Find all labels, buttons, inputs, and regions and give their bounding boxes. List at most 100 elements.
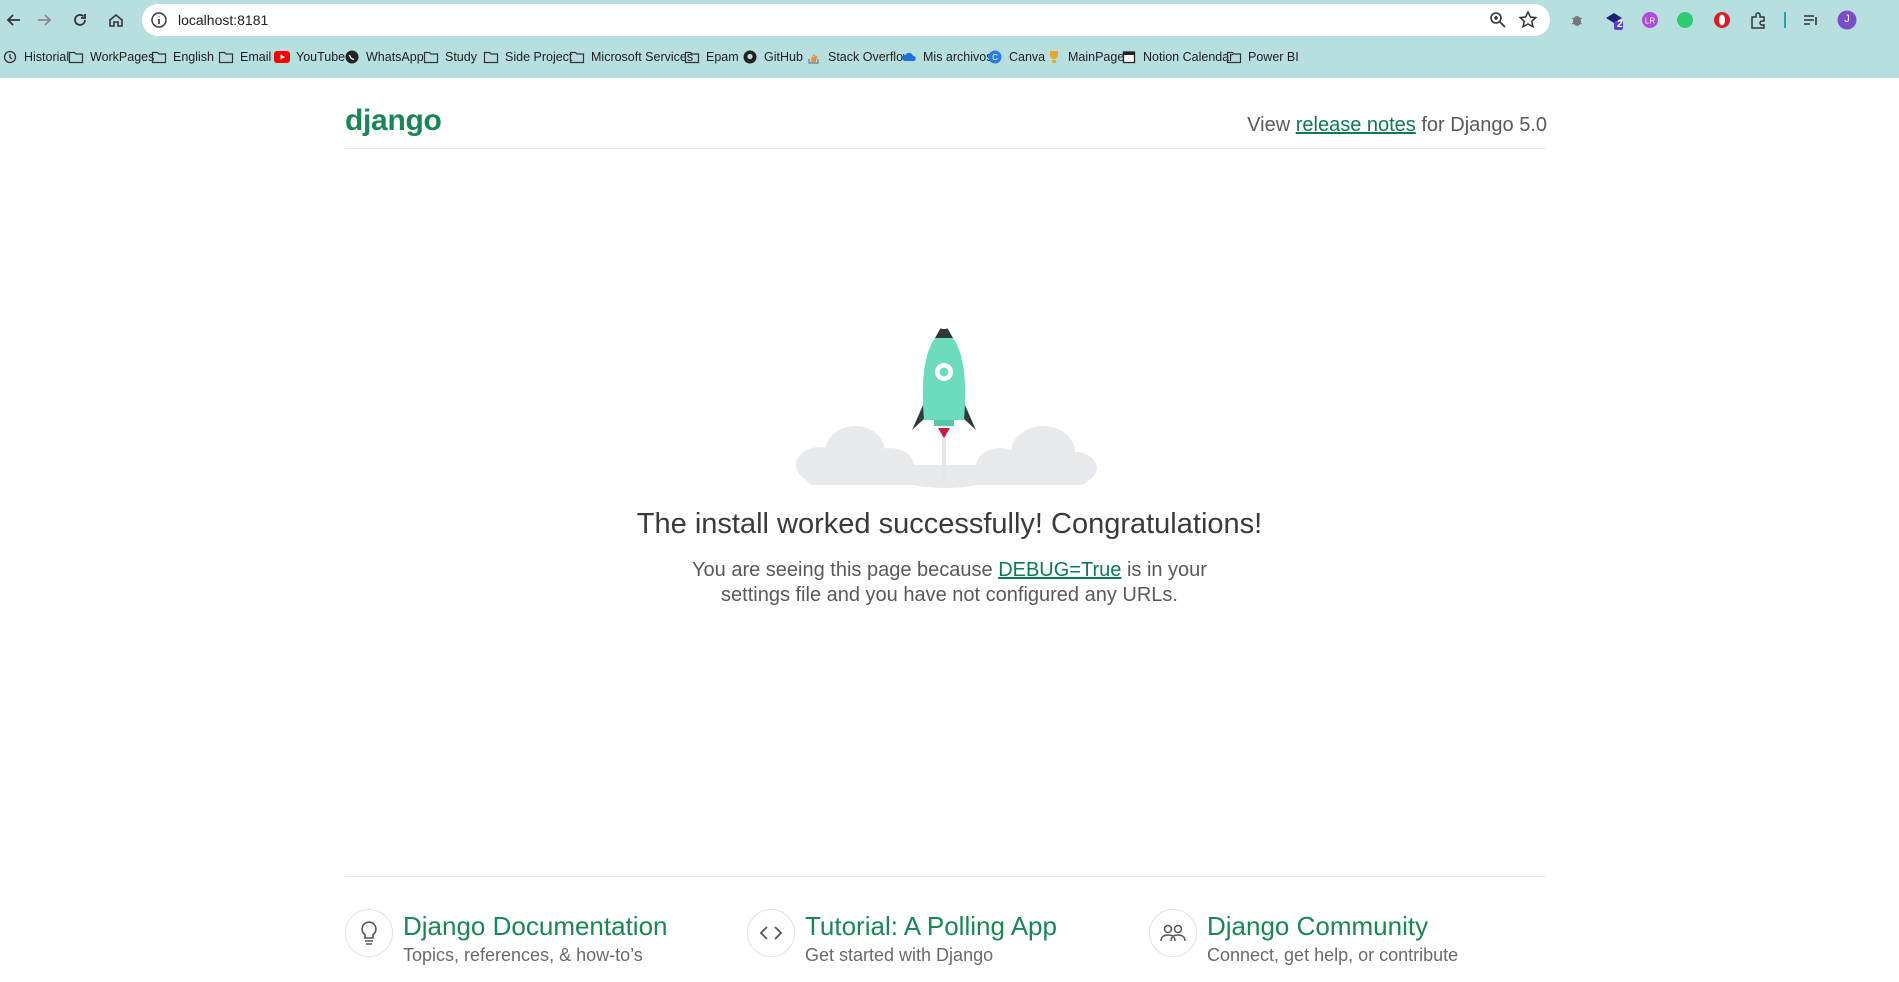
- community-card-title[interactable]: Django Community: [1207, 911, 1428, 942]
- release-suffix: for Django 5.0: [1421, 114, 1547, 136]
- green-dot-extension-icon[interactable]: [1674, 9, 1696, 31]
- calendar-icon: [1121, 49, 1137, 65]
- release-prefix: View: [1247, 114, 1291, 136]
- bookmark-power-bi[interactable]: Power BI: [1226, 46, 1299, 68]
- bookmark-stack-overflow[interactable]: Stack Overflow: [806, 46, 912, 68]
- bookmark-label: Stack Overflow: [828, 50, 913, 64]
- release-notes-link[interactable]: release notes: [1296, 114, 1416, 136]
- bookmark-mainpage[interactable]: MainPage: [1046, 46, 1124, 68]
- profile-avatar[interactable]: J: [1836, 9, 1858, 31]
- release-notes-text: View release notes for Django 5.0: [1247, 114, 1547, 137]
- folder-icon: [1226, 49, 1242, 65]
- forward-button[interactable]: [30, 6, 58, 34]
- url-text[interactable]: localhost:8181: [178, 12, 268, 28]
- bookmark-star-icon[interactable]: [1518, 10, 1538, 30]
- browser-chrome: localhost:8181 2 LR J Historial WorkPages…: [0, 0, 1899, 78]
- extension-badge-count: 2: [1617, 19, 1623, 30]
- folder-icon: [483, 49, 499, 65]
- tutorial-card-title[interactable]: Tutorial: A Polling App: [805, 911, 1057, 942]
- bookmark-label: Microsoft Services: [591, 50, 694, 64]
- zoom-icon[interactable]: [1488, 10, 1508, 30]
- bookmark-label: Epam: [706, 50, 739, 64]
- tutorial-card[interactable]: Tutorial: A Polling App Get started with…: [747, 905, 1107, 975]
- desc-prefix: You are seeing this page because: [692, 559, 993, 581]
- bookmark-label: Mis archivos: [923, 50, 993, 64]
- folder-icon: [151, 49, 167, 65]
- tutorial-card-subtitle: Get started with Django: [805, 945, 994, 965]
- debug-link[interactable]: DEBUG=True: [998, 559, 1121, 581]
- docs-card[interactable]: Django Documentation Topics, references,…: [345, 905, 705, 975]
- reload-button[interactable]: [66, 6, 94, 34]
- bookmark-workpages[interactable]: WorkPages: [68, 46, 154, 68]
- folder-icon: [684, 49, 700, 65]
- bookmark-label: GitHub: [764, 50, 803, 64]
- bookmark-epam[interactable]: Epam: [684, 46, 739, 68]
- bookmark-historial[interactable]: Historial: [2, 46, 69, 68]
- code-icon: [747, 909, 795, 957]
- bookmark-email[interactable]: Email: [218, 46, 271, 68]
- docs-card-title[interactable]: Django Documentation: [403, 911, 668, 942]
- bookmark-label: MainPage: [1068, 50, 1125, 64]
- success-description: You are seeing this page because DEBUG=T…: [0, 558, 1899, 608]
- bookmark-label: WhatsApp: [366, 50, 424, 64]
- bookmark-study[interactable]: Study: [423, 46, 477, 68]
- address-bar[interactable]: localhost:8181: [142, 4, 1550, 36]
- site-info-icon[interactable]: [150, 11, 168, 29]
- canva-icon: C: [987, 49, 1003, 65]
- bookmark-label: YouTube: [296, 50, 346, 64]
- trophy-icon: [1046, 49, 1062, 65]
- back-button[interactable]: [0, 6, 28, 34]
- rocket-icon: [912, 320, 976, 438]
- youtube-icon: [274, 49, 290, 65]
- bookmark-github[interactable]: GitHub: [742, 46, 803, 68]
- desc-suffix: is in your: [1126, 559, 1207, 581]
- svg-text:LR: LR: [1645, 17, 1655, 26]
- arrow-right-icon: [38, 14, 52, 26]
- home-icon: [109, 13, 123, 27]
- bookmark-label: Email: [240, 50, 272, 64]
- home-button[interactable]: [102, 6, 130, 34]
- folder-icon: [68, 49, 84, 65]
- community-card-subtitle: Connect, get help, or contribute: [1207, 945, 1459, 965]
- extensions-puzzle-icon[interactable]: [1747, 9, 1769, 31]
- footer-divider: [345, 876, 1547, 877]
- bookmark-english[interactable]: English: [151, 46, 214, 68]
- folder-icon: [218, 49, 234, 65]
- bug-extension-icon[interactable]: [1566, 9, 1588, 31]
- bookmark-label: Historial: [24, 50, 70, 64]
- arrow-left-icon: [6, 14, 20, 26]
- exhaust-trail: [942, 432, 946, 482]
- bookmark-notion-calendar[interactable]: Notion Calendar: [1121, 46, 1233, 68]
- reading-list-icon[interactable]: [1800, 9, 1822, 31]
- lightbulb-icon: [345, 909, 393, 957]
- bookmark-label: English: [173, 50, 214, 64]
- bookmarks-bar: Historial WorkPages English Email YouTube Wha…: [0, 46, 1899, 68]
- rocket-illustration: [796, 320, 1097, 488]
- bookmark-label: Study: [445, 50, 477, 64]
- opera-extension-icon[interactable]: [1711, 9, 1733, 31]
- success-headline: The install worked successfully! Congrat…: [636, 508, 1263, 540]
- people-icon: [1149, 909, 1197, 957]
- profile-initial: J: [1844, 13, 1850, 25]
- desc-line2: settings file and you have not configure…: [721, 584, 1178, 606]
- folder-icon: [569, 49, 585, 65]
- lr-extension-icon[interactable]: LR: [1639, 9, 1661, 31]
- django-logo[interactable]: django: [345, 104, 442, 138]
- bookmark-microsoft-services[interactable]: Microsoft Services: [569, 46, 693, 68]
- reload-icon: [74, 14, 86, 26]
- svg-text:C: C: [992, 53, 998, 62]
- whatsapp-icon: [344, 49, 360, 65]
- cloud-icon: [796, 426, 1097, 488]
- github-icon: [742, 49, 758, 65]
- bookmark-side-project[interactable]: Side Project: [483, 46, 572, 68]
- bookmark-mis-archivos[interactable]: Mis archivos: [901, 46, 992, 68]
- community-card[interactable]: Django Community Connect, get help, or c…: [1149, 905, 1549, 975]
- bookmark-canva[interactable]: C Canva: [987, 46, 1045, 68]
- bookmark-label: Canva: [1009, 50, 1046, 64]
- extension-badge-icon[interactable]: 2: [1603, 9, 1625, 31]
- onedrive-icon: [901, 49, 917, 65]
- bookmark-whatsapp[interactable]: WhatsApp: [344, 46, 424, 68]
- bookmark-youtube[interactable]: YouTube: [274, 46, 345, 68]
- bookmark-label: Side Project: [505, 50, 573, 64]
- bookmark-label: WorkPages: [90, 50, 155, 64]
